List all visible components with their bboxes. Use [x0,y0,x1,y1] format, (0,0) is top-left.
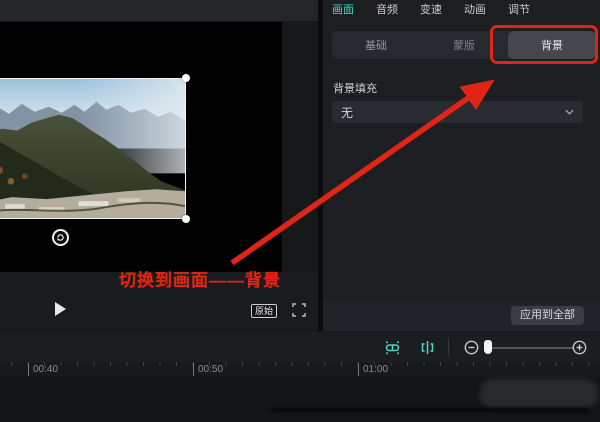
preview-canvas[interactable] [0,22,282,272]
tab-donghua[interactable]: 动画 [464,1,486,17]
timeline-toolbar [0,332,600,362]
zoom-in-icon[interactable] [572,340,587,355]
ruler-label-0050: 00:50 [193,363,223,376]
tab-biansu[interactable]: 变速 [420,1,442,17]
subtab-jichu[interactable]: 基础 [332,31,420,59]
selection-handle-bottom-right[interactable] [182,215,190,223]
chevron-down-icon [565,109,574,115]
video-editor-window: 原始 切换到画面——背景 画面 音频 变速 动画 调节 基础 蒙版 背景 背景填… [0,0,600,422]
ruler-label-0040: 00:40 [28,363,58,376]
redacted-watermark-blob [480,379,598,408]
dropdown-value: 无 [341,104,565,121]
panel-footer: 应用到全部 [323,301,600,331]
timeline-panel: 00:40 00:50 01:00 [0,331,600,422]
video-frame-image [0,79,185,218]
selection-handle-top-right[interactable] [182,74,190,82]
timeline-tracks-area[interactable] [0,377,600,422]
panel-tabs: 画面 音频 变速 动画 调节 [332,0,530,18]
tab-tiaojie[interactable]: 调节 [508,1,530,17]
background-fill-label: 背景填充 [333,80,377,96]
toolbar-divider [448,339,449,355]
scale-badge[interactable]: 原始 [251,304,277,318]
apply-to-all-button[interactable]: 应用到全部 [511,306,584,325]
rotate-handle-icon[interactable] [52,229,69,246]
tab-yinpin[interactable]: 音频 [376,1,398,17]
ruler-label-0100: 01:00 [358,363,388,376]
redacted-smear [270,408,590,412]
play-icon[interactable] [55,302,66,316]
zoom-out-icon[interactable] [464,340,479,355]
annotation-text: 切换到画面——背景 [100,266,300,291]
clip-selection-frame[interactable] [0,78,186,219]
split-icon[interactable] [419,339,436,356]
tab-huamian[interactable]: 画面 [332,1,354,17]
timeline-zoom-slider[interactable] [487,347,573,349]
background-fill-dropdown[interactable]: 无 [332,101,583,123]
fullscreen-icon[interactable] [292,303,306,317]
auto-snap-icon[interactable] [384,339,401,356]
zoom-slider-handle[interactable] [484,340,492,354]
annotation-red-box [490,25,598,64]
timeline-ruler[interactable]: 00:40 00:50 01:00 [0,362,600,377]
